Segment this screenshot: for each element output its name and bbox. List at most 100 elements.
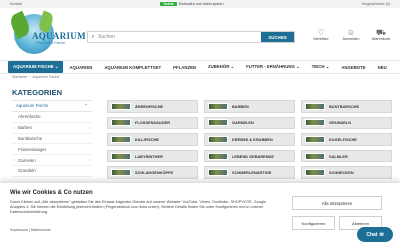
sidebar-item-aquarium-fische[interactable]: Aquarium Fische ⌃ [12, 100, 92, 112]
category-tile[interactable]: KUGELFISCHE [301, 133, 392, 146]
category-tile[interactable]: GRUNDELN [301, 116, 392, 130]
sidebar-item-buntbarsche[interactable]: Buntbarsche [12, 134, 92, 145]
category-label: KUGELFISCHE [329, 136, 357, 142]
sidebar-item-garnelen[interactable]: Garnelen [12, 155, 92, 166]
category-label: KREBSE & KRABBEN [232, 136, 273, 142]
category-tile[interactable]: GARNELEN [204, 116, 295, 130]
category-tile[interactable]: SCHMERLENARTIGE [204, 166, 295, 179]
category-tile[interactable]: KILLIFISCHE [107, 133, 198, 146]
site-header: AQUARIUM Pflanzen & Fische ⌕ Suchen SUCH… [0, 8, 400, 60]
nav-item-futter[interactable]: FUTTER - ERNÄHRUNG ⌄ [240, 64, 306, 70]
sidebar-item-grundeln[interactable]: Grundeln [12, 166, 92, 177]
search-input[interactable]: Suchen [98, 34, 261, 40]
login-button[interactable]: ☺ Anmelden [340, 28, 362, 41]
sidebar-active-label: Aquarium Fische [16, 103, 49, 108]
category-thumbnail [111, 169, 131, 177]
category-thumbnail [111, 152, 131, 160]
category-thumbnail [305, 152, 325, 160]
category-tile[interactable]: KREBSE & KRABBEN [204, 133, 295, 146]
category-label: SCHLANGENKÖPFE [135, 170, 174, 176]
cart-button[interactable]: ⛟ Warenkorb [370, 28, 392, 41]
category-thumbnail [208, 102, 228, 110]
category-thumbnail [111, 102, 131, 110]
sidebar-item-flossensauger[interactable]: Flossensauger [12, 144, 92, 156]
search-button[interactable]: SUCHEN [261, 32, 294, 42]
configure-button[interactable]: Konfigurieren [292, 216, 335, 230]
topbar-right: Vergleichsliste (0) [362, 2, 390, 6]
nav-item-aquarium-fische[interactable]: AQUARIUM FISCHE ⌄ [8, 61, 64, 73]
nav-item-angebote[interactable]: ANGEBOTE [335, 65, 371, 70]
category-label: GRUNDELN [329, 120, 352, 126]
category-thumbnail [208, 119, 228, 127]
category-tile[interactable]: SALMLER [301, 149, 392, 163]
main-navigation: AQUARIUM FISCHE ⌄ AQUARIEN AQUARIUM KOMP… [0, 60, 400, 74]
contact-link[interactable]: Kontakt [10, 2, 22, 6]
nav-item-neu[interactable]: NEU [372, 65, 393, 70]
cart-label: Warenkorb [371, 37, 391, 41]
accept-all-button[interactable]: Alle akzeptieren [292, 196, 382, 210]
category-tile[interactable]: LABYRINTHER [107, 149, 198, 163]
logo-subtitle: Pflanzen & Fische [36, 41, 65, 45]
shipping-text: Einkaufen und dabei sparen [178, 2, 224, 6]
search-bar: ⌕ Suchen SUCHEN [87, 31, 295, 43]
login-label: Anmelden [342, 37, 360, 41]
category-label: GARNELEN [232, 120, 254, 126]
category-tile[interactable]: SCHLANGENKÖPFE [107, 166, 198, 179]
category-label: SCHMERLENARTIGE [232, 170, 272, 176]
aquarium-logo[interactable]: AQUARIUM Pflanzen & Fische [7, 10, 86, 57]
top-bar: Kontakt Gratis Einkaufen und dabei spare… [0, 0, 400, 8]
header-actions: ♡ Merkliste ☺ Anmelden ⛟ Warenkorb [310, 28, 392, 41]
category-grid: ÄHRENFISCHE BARBEN BUNTBARSCHE FLOSSENSA… [107, 100, 392, 179]
wishlist-button[interactable]: ♡ Merkliste [310, 28, 332, 41]
category-thumbnail [305, 119, 325, 127]
sidebar-heading: KATEGORIEN [12, 88, 63, 97]
chat-label: Chat [366, 231, 378, 238]
nav-item-aquarien[interactable]: AQUARIEN [63, 65, 98, 70]
category-label: ÄHRENFISCHE [135, 103, 164, 109]
nav-item-pflanzen[interactable]: PFLANZEN [167, 65, 202, 70]
category-thumbnail [208, 152, 228, 160]
category-thumbnail [208, 169, 228, 177]
heart-icon: ♡ [317, 28, 325, 37]
category-tile[interactable]: FLOSSENSAUGER [107, 116, 198, 130]
category-label: BARBEN [232, 103, 249, 109]
category-thumbnail [208, 135, 228, 143]
cookie-title: Wie wir Cookies & Co nutzen [10, 190, 93, 196]
breadcrumb-separator: › [29, 75, 31, 79]
category-thumbnail [111, 119, 131, 127]
breadcrumb: Startseite › Aquarium Fische [0, 74, 400, 82]
category-tile[interactable]: SCHNECKEN [301, 166, 392, 179]
category-tile[interactable]: LEBEND GEBÄRENDE [204, 149, 295, 163]
sidebar-item-barben[interactable]: Barben [12, 123, 92, 134]
category-label: LEBEND GEBÄRENDE [232, 153, 274, 159]
nav-item-teich[interactable]: TEICH ⌄ [306, 64, 336, 70]
nav-item-zubehoer[interactable]: ZUBEHÖR ⌄ [202, 64, 240, 70]
nav-item-komplettset[interactable]: AQUARIUM KOMPLETTSET [98, 65, 167, 70]
breadcrumb-home[interactable]: Startseite [12, 75, 27, 81]
cookie-legal-links[interactable]: Impressum | Datenschutz [10, 228, 51, 232]
category-thumbnail [305, 169, 325, 177]
category-label: LABYRINTHER [135, 153, 163, 159]
category-label: SCHNECKEN [329, 170, 354, 176]
sidebar-item-ahrenfische[interactable]: Ahrenfische [12, 112, 92, 123]
category-label: KILLIFISCHE [135, 136, 159, 142]
category-label: SALMLER [329, 153, 348, 159]
cookie-text: Durch Klicken auf „Alle akzeptieren" ges… [10, 200, 267, 215]
category-label: FLOSSENSAUGER [135, 120, 171, 126]
category-label: BUNTBARSCHE [329, 103, 360, 109]
category-sidebar: KATEGORIEN Aquarium Fische ⌃ Ahrenfische… [12, 88, 92, 177]
shipping-promo: Gratis Einkaufen und dabei sparen [160, 2, 223, 6]
category-thumbnail [305, 102, 325, 110]
topbar-compare-link[interactable]: Vergleichsliste (0) [362, 2, 390, 6]
category-thumbnail [111, 135, 131, 143]
breadcrumb-current: Aquarium Fische [32, 75, 60, 79]
cart-icon: ⛟ [375, 28, 387, 37]
category-tile[interactable]: BARBEN [204, 100, 295, 113]
logo-title: AQUARIUM [32, 31, 86, 41]
chevron-up-icon: ⌃ [84, 103, 88, 108]
search-icon: ⌕ [91, 33, 95, 40]
category-tile[interactable]: ÄHRENFISCHE [107, 100, 198, 113]
chat-button[interactable]: Chat ✉ [357, 227, 393, 242]
category-tile[interactable]: BUNTBARSCHE [301, 100, 392, 113]
category-thumbnail [305, 135, 325, 143]
